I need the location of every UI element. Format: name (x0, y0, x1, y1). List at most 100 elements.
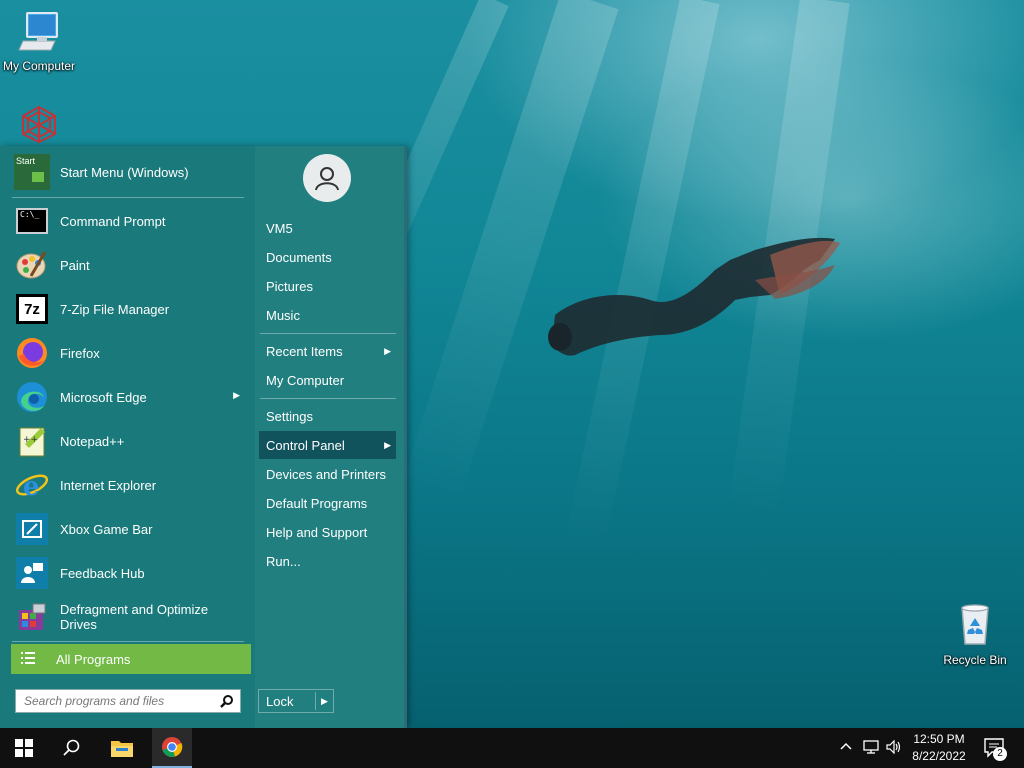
program-defragment-optimize-drives[interactable]: Defragment and Optimize Drives (10, 596, 248, 638)
internet-explorer-icon: e (13, 466, 51, 504)
program-label: Microsoft Edge (60, 389, 147, 405)
list-icon (21, 651, 35, 667)
program-firefox[interactable]: Firefox (10, 332, 248, 374)
program-microsoft-edge[interactable]: Microsoft Edge ▶ (10, 376, 248, 418)
place-label: Devices and Printers (266, 466, 386, 482)
start-menu-places-column: VM5 Documents Pictures Music Recent Item… (255, 146, 404, 728)
program-notepadpp[interactable]: ++ Notepad++ (10, 420, 248, 462)
place-pictures[interactable]: Pictures (259, 272, 396, 300)
program-7zip[interactable]: 7z 7-Zip File Manager (10, 288, 248, 330)
program-label: 7-Zip File Manager (60, 301, 170, 317)
place-label: Pictures (266, 278, 313, 294)
network-icon[interactable] (863, 740, 879, 759)
command-prompt-icon: C:\_ (13, 202, 51, 240)
desktop-icon-label: My Computer (2, 59, 76, 73)
desktop-icon-label: Recycle Bin (943, 653, 1007, 667)
place-label: Music (266, 307, 300, 323)
notification-center-icon[interactable]: 2 (984, 738, 1008, 765)
program-label: Command Prompt (60, 213, 166, 229)
all-programs-button[interactable]: All Programs (11, 644, 251, 674)
program-label: Start Menu (Windows) (60, 164, 189, 180)
desktop-icon-my-computer[interactable]: My Computer (0, 10, 81, 73)
desktop-icon-shortcut[interactable] (0, 104, 81, 147)
notepadpp-icon: ++ (13, 422, 51, 460)
xbox-game-bar-icon (13, 510, 51, 548)
command-prompt-icon-text: C:\_ (20, 210, 40, 219)
place-music[interactable]: Music (259, 301, 396, 329)
program-internet-explorer[interactable]: e Internet Explorer (10, 464, 248, 506)
program-label: Xbox Game Bar (60, 521, 153, 537)
submenu-arrow-icon: ▶ (384, 440, 391, 450)
place-label: Documents (266, 249, 332, 265)
place-label: Recent Items (266, 343, 343, 359)
place-label: VM5 (266, 220, 293, 236)
place-documents[interactable]: Documents (259, 243, 396, 271)
show-hidden-icons-chevron-icon[interactable] (840, 740, 852, 758)
submenu-arrow-icon: ▶ (384, 346, 391, 356)
program-label: Internet Explorer (60, 477, 157, 493)
divider (315, 692, 316, 710)
volume-icon[interactable] (886, 739, 902, 759)
notification-count-badge: 2 (993, 747, 1007, 761)
7zip-icon-text: 7z (24, 300, 40, 318)
svg-text:++: ++ (23, 435, 38, 445)
submenu-arrow-icon: ▶ (233, 390, 240, 400)
edge-icon (13, 378, 51, 416)
file-explorer-icon[interactable] (102, 728, 142, 768)
place-control-panel[interactable]: Control Panel ▶ (259, 431, 396, 459)
user-avatar-icon[interactable] (303, 154, 351, 202)
desktop-icon-recycle-bin[interactable]: Recycle Bin (933, 600, 1017, 667)
lock-options-arrow-icon[interactable]: ▶ (321, 696, 328, 707)
program-xbox-game-bar[interactable]: Xbox Game Bar (10, 508, 248, 550)
program-label: Firefox (60, 345, 100, 361)
place-default-programs[interactable]: Default Programs (259, 489, 396, 517)
paint-icon (13, 246, 51, 284)
program-feedback-hub[interactable]: Feedback Hub (10, 552, 248, 594)
taskbar: 12:50 PM 8/22/2022 2 (0, 728, 1024, 768)
place-label: Settings (266, 408, 313, 424)
place-label: Default Programs (266, 495, 368, 511)
lock-label: Lock (266, 693, 294, 709)
my-computer-icon (18, 12, 58, 51)
program-start-menu-windows[interactable]: Start Start Menu (Windows) (10, 151, 248, 193)
all-programs-label: All Programs (56, 651, 131, 667)
app-shortcut-icon (22, 105, 56, 144)
place-my-computer[interactable]: My Computer (259, 366, 396, 394)
taskbar-clock[interactable]: 12:50 PM 8/22/2022 (906, 731, 972, 765)
program-label: Notepad++ (60, 433, 125, 449)
place-devices-and-printers[interactable]: Devices and Printers (259, 460, 396, 488)
place-label: Help and Support (266, 524, 368, 540)
place-label: Run... (266, 553, 301, 569)
lock-button[interactable]: Lock ▶ (258, 689, 334, 713)
search-icon[interactable] (52, 728, 92, 768)
place-label: Control Panel (266, 437, 345, 453)
clock-date: 8/22/2022 (912, 749, 966, 763)
separator (12, 641, 244, 642)
defrag-icon (13, 598, 51, 636)
place-help-and-support[interactable]: Help and Support (259, 518, 396, 546)
search-input[interactable] (22, 693, 216, 709)
separator (260, 333, 396, 334)
start-menu-icon-text: Start (16, 156, 36, 166)
program-label: Paint (60, 257, 90, 273)
separator (260, 398, 396, 399)
place-label: My Computer (266, 372, 345, 388)
place-run[interactable]: Run... (259, 547, 396, 575)
program-command-prompt[interactable]: C:\_ Command Prompt (10, 200, 248, 242)
svg-text:e: e (23, 472, 40, 502)
start-menu-icon: Start (13, 153, 51, 191)
clock-time: 12:50 PM (913, 732, 965, 746)
program-paint[interactable]: Paint (10, 244, 248, 286)
windows-start-icon[interactable] (4, 728, 44, 768)
place-settings[interactable]: Settings (259, 402, 396, 430)
place-recent-items[interactable]: Recent Items ▶ (259, 337, 396, 365)
search-icon[interactable] (220, 694, 234, 713)
place-vm5[interactable]: VM5 (259, 214, 396, 242)
separator (12, 197, 244, 198)
7zip-icon: 7z (13, 290, 51, 328)
program-label: Feedback Hub (60, 565, 145, 581)
search-box[interactable] (15, 689, 241, 713)
chrome-icon[interactable] (152, 728, 192, 768)
start-menu-programs-column: Start Start Menu (Windows) C:\_ Command … (0, 146, 255, 728)
firefox-icon (13, 334, 51, 372)
